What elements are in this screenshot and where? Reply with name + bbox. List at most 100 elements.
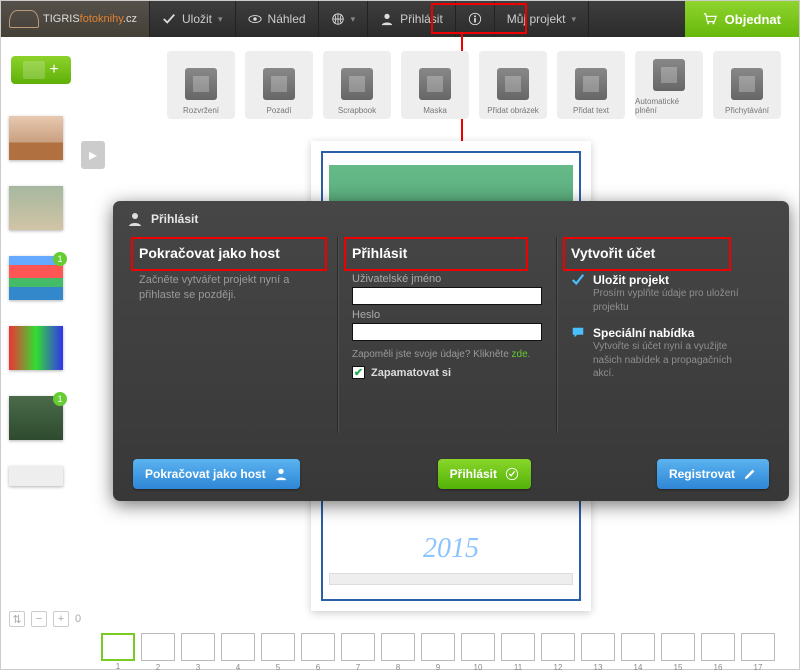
tool-icon [497,68,529,100]
page-number: 11 [502,663,534,672]
tool-přidat text[interactable]: Přidat text [557,51,625,119]
used-count-badge: 1 [53,392,67,406]
page-thumb-14[interactable]: 14 [621,633,655,661]
chevron-down-icon: ▾ [571,14,576,25]
tool-icon [341,68,373,100]
user-icon [127,211,143,227]
page-filmstrip: 1234567891011121314151617 [101,621,791,661]
forgot-link[interactable]: zde [512,349,528,360]
tool-icon [419,68,451,100]
expand-thumbnails-button[interactable]: ▸ [81,141,105,169]
speech-bubble-icon [571,326,585,340]
tool-icon [653,59,685,91]
page-number: 10 [462,663,494,672]
username-input[interactable] [352,287,542,305]
photo-thumbnail[interactable]: 1 [9,396,63,440]
globe-icon [331,12,345,26]
zoom-out-button[interactable]: − [31,611,47,627]
photo-thumbnail[interactable]: 1 [9,256,63,300]
page-thumb-2[interactable]: 2 [141,633,175,661]
page-number: 2 [142,663,174,672]
page-thumb-4[interactable]: 4 [221,633,255,661]
login-button-label: Přihlásit [450,467,497,481]
page-thumb-1[interactable]: 1 [101,633,135,661]
save-label: Uložit [182,12,212,26]
forgot-text: Zapoměli jste svoje údaje? Klikněte zde. [352,349,542,360]
photo-thumbnail[interactable] [9,116,63,160]
tool-pozadí[interactable]: Pozadí [245,51,313,119]
page-thumb-7[interactable]: 7 [341,633,375,661]
page-number: 17 [742,663,774,672]
page-thumb-17[interactable]: 17 [741,633,775,661]
register-button-label: Registrovat [669,467,735,481]
continue-as-guest-button[interactable]: Pokračovat jako host [133,459,300,489]
guest-column: Pokračovat jako host Začněte vytvářet pr… [133,237,338,433]
user-icon [380,12,394,26]
tool-icon [185,68,217,100]
login-modal: Přihlásit Pokračovat jako host Začněte v… [113,201,789,501]
checkmark-icon [571,273,585,287]
page-thumb-8[interactable]: 8 [381,633,415,661]
plus-icon: + [49,61,58,79]
eye-icon [248,12,262,26]
cart-icon [703,12,717,26]
user-icon [274,467,288,481]
photo-thumbnail[interactable] [9,186,63,230]
password-input[interactable] [352,323,542,341]
page-thumb-10[interactable]: 10 [461,633,495,661]
photo-thumbnail[interactable] [9,326,63,370]
photo-thumbnail-strip: 1 1 [9,116,73,486]
page-number: 7 [342,663,374,672]
annotation-highlight [563,237,731,271]
tiger-outline-icon [9,10,39,28]
page-number: 8 [382,663,414,672]
add-photos-button[interactable]: + [11,56,71,84]
create-account-column: Vytvořit účet Uložit projekt Prosím vypl… [557,237,769,433]
save-menu[interactable]: Uložit ▾ [149,1,235,37]
benefit-2-sub: Vytvořte si účet nyní a využijte našich … [593,340,755,381]
tool-přichytávání[interactable]: Přichytávání [713,51,781,119]
page-thumb-15[interactable]: 15 [661,633,695,661]
annotation-highlight [131,237,327,271]
sort-button[interactable]: ⇅ [9,611,25,627]
page-year-text[interactable]: 2015 [329,533,573,565]
page-thumb-9[interactable]: 9 [421,633,455,661]
top-toolbar: TIGRISfotoknihy.cz Uložit ▾ Náhled ▾ Při… [1,1,799,37]
remember-checkbox[interactable]: ✔ [352,366,365,379]
tool-icon [731,68,763,100]
tool-label: Pozadí [267,106,292,115]
tool-automatické plnění[interactable]: Automatické plnění [635,51,703,119]
order-button[interactable]: Objednat [685,1,799,37]
page-thumb-13[interactable]: 13 [581,633,615,661]
guest-description: Začněte vytvářet projekt nyní a přihlast… [139,273,323,304]
preview-label: Náhled [268,12,306,26]
preview-button[interactable]: Náhled [235,1,318,37]
page-number: 12 [542,663,574,672]
language-menu[interactable]: ▾ [318,1,368,37]
page-number: 9 [422,663,454,672]
password-label: Heslo [352,309,542,321]
page-thumb-5[interactable]: 5 [261,633,295,661]
modal-title-bar: Přihlásit [113,201,789,237]
login-submit-button[interactable]: Přihlásit [438,459,531,489]
tool-rozvržení[interactable]: Rozvržení [167,51,235,119]
page-thumb-3[interactable]: 3 [181,633,215,661]
zoom-in-button[interactable]: + [53,611,69,627]
remember-label: Zapamatovat si [371,367,451,379]
brand-logo[interactable]: TIGRISfotoknihy.cz [1,1,149,37]
brand-text: TIGRISfotoknihy.cz [43,13,137,25]
page-thumb-12[interactable]: 12 [541,633,575,661]
tool-scrapbook[interactable]: Scrapbook [323,51,391,119]
page-thumb-6[interactable]: 6 [301,633,335,661]
register-button[interactable]: Registrovat [657,459,769,489]
remember-me-row[interactable]: ✔ Zapamatovat si [352,366,542,379]
tool-label: Scrapbook [338,106,376,115]
photo-thumbnail[interactable] [9,466,63,486]
page-number: 5 [262,663,294,672]
tool-přidat obrázek[interactable]: Přidat obrázek [479,51,547,119]
page-number: 6 [302,663,334,672]
tool-maska[interactable]: Maska [401,51,469,119]
page-number: 13 [582,663,614,672]
page-thumb-16[interactable]: 16 [701,633,735,661]
page-thumb-11[interactable]: 11 [501,633,535,661]
